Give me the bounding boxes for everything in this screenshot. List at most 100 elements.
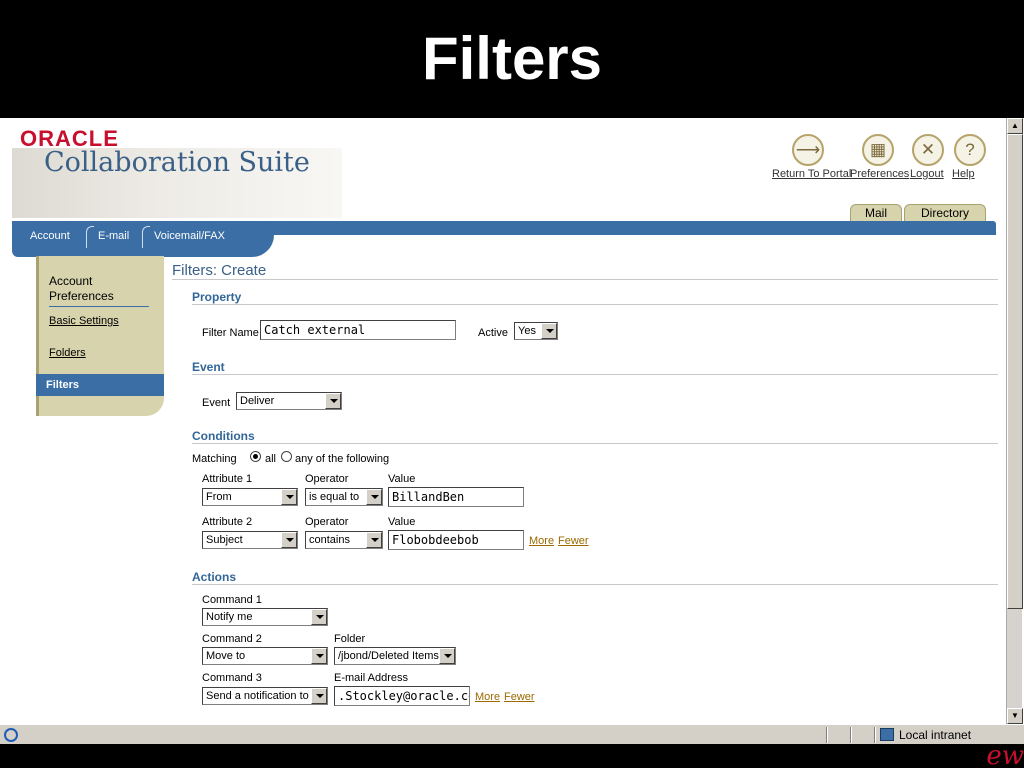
value-1-label: Value — [388, 473, 416, 485]
filter-name-input[interactable]: Catch external — [260, 320, 456, 340]
section-divider — [192, 304, 998, 305]
command-2-select-value: Move to — [206, 650, 246, 662]
side-link-folders[interactable]: Folders — [49, 347, 86, 359]
folder-label: Folder — [334, 633, 366, 645]
chevron-down-icon — [366, 532, 382, 548]
corner-brand-mark: ew — [986, 741, 1024, 768]
preferences-icon: ▦ — [862, 134, 894, 166]
help-button[interactable]: ? Help — [952, 134, 988, 180]
slide-title: Filters — [421, 25, 603, 92]
chevron-down-icon — [366, 489, 382, 505]
vertical-scrollbar[interactable]: ▲ ▼ — [1006, 118, 1023, 724]
value-2-label: Value — [388, 516, 416, 528]
return-to-portal-button[interactable]: ⟶ Return To Portal — [772, 134, 851, 180]
chevron-down-icon — [541, 323, 557, 339]
browser-window: ORACLE Collaboration Suite ⟶ Return To P… — [0, 118, 1024, 744]
conditions-more-link[interactable]: More — [529, 535, 554, 547]
command-3-select-value: Send a notification to — [206, 690, 309, 702]
matching-any-radio[interactable] — [281, 451, 292, 462]
tab-mail[interactable]: Mail — [850, 204, 902, 222]
scrollbar-thumb[interactable] — [1007, 134, 1023, 609]
active-label: Active — [478, 327, 508, 339]
status-divider — [874, 727, 876, 743]
chevron-down-icon — [281, 489, 297, 505]
subnav-account[interactable]: Account — [30, 230, 70, 242]
command-1-label: Command 1 — [202, 594, 262, 606]
matching-all-radio[interactable] — [250, 451, 261, 462]
side-link-filters-active[interactable]: Filters — [36, 374, 164, 396]
operator-1-select[interactable]: is equal to — [305, 488, 383, 506]
return-portal-icon: ⟶ — [792, 134, 824, 166]
chevron-down-icon — [311, 688, 327, 704]
subnav-voicemail[interactable]: Voicemail/FAX — [154, 230, 225, 242]
operator-2-select-value: contains — [309, 534, 350, 546]
subnav-divider — [142, 226, 150, 248]
event-label: Event — [202, 397, 231, 409]
attribute-2-select[interactable]: Subject — [202, 531, 298, 549]
matching-any-label: any of the following — [295, 453, 390, 465]
section-actions-heading: Actions — [192, 570, 237, 584]
logout-icon: ✕ — [912, 134, 944, 166]
side-link-basic-settings[interactable]: Basic Settings — [49, 315, 119, 327]
page-title: Filters: Create — [172, 262, 267, 279]
folder-select[interactable]: /jbond/Deleted Items — [334, 647, 456, 665]
attribute-1-label: Attribute 1 — [202, 473, 253, 485]
operator-1-label: Operator — [305, 473, 349, 485]
attribute-2-select-value: Subject — [206, 534, 243, 546]
title-divider — [172, 279, 998, 280]
value-1-input[interactable]: BillandBen — [388, 487, 524, 507]
section-event-heading: Event — [192, 360, 225, 374]
event-select[interactable]: Deliver — [236, 392, 342, 410]
attribute-2-label: Attribute 2 — [202, 516, 253, 528]
event-select-value: Deliver — [240, 395, 275, 407]
status-divider — [850, 727, 852, 743]
actions-fewer-link[interactable]: Fewer — [504, 691, 535, 703]
email-address-input[interactable]: .Stockley@oracle.com — [334, 686, 470, 706]
conditions-fewer-link[interactable]: Fewer — [558, 535, 589, 547]
intranet-zone-icon — [880, 728, 894, 741]
active-select-value: Yes — [518, 325, 536, 337]
logout-button[interactable]: ✕ Logout — [910, 134, 946, 180]
command-1-select-value: Notify me — [206, 611, 253, 623]
command-1-select[interactable]: Notify me — [202, 608, 328, 626]
command-3-select[interactable]: Send a notification to — [202, 687, 328, 705]
section-divider — [192, 443, 998, 444]
email-address-label: E-mail Address — [334, 672, 408, 684]
side-nav-heading: Account Preferences — [49, 274, 149, 307]
suite-title: Collaboration Suite — [44, 147, 310, 178]
operator-1-select-value: is equal to — [309, 491, 360, 503]
help-icon: ? — [954, 134, 986, 166]
attribute-1-select[interactable]: From — [202, 488, 298, 506]
command-2-select[interactable]: Move to — [202, 647, 328, 665]
filter-name-label: Filter Name — [202, 327, 259, 339]
attribute-1-select-value: From — [206, 491, 232, 503]
section-conditions-heading: Conditions — [192, 429, 255, 443]
operator-2-select[interactable]: contains — [305, 531, 383, 549]
subnav-divider — [86, 226, 94, 248]
page-loaded-icon — [4, 728, 18, 742]
matching-all-label: all — [265, 453, 277, 465]
chevron-down-icon — [311, 648, 327, 664]
chevron-down-icon — [281, 532, 297, 548]
preferences-button[interactable]: ▦ Preferences — [850, 134, 909, 180]
tab-directory[interactable]: Directory — [904, 204, 986, 222]
status-bar: Local intranet — [0, 724, 1024, 744]
help-label: Help — [952, 168, 975, 180]
actions-more-link[interactable]: More — [475, 691, 500, 703]
section-divider — [192, 374, 998, 375]
scroll-up-icon[interactable]: ▲ — [1007, 118, 1023, 134]
section-property-heading: Property — [192, 290, 242, 304]
command-3-label: Command 3 — [202, 672, 262, 684]
subnav-email[interactable]: E-mail — [98, 230, 129, 242]
return-to-portal-label: Return To Portal — [772, 168, 852, 180]
value-2-input[interactable]: Flobobdeebob — [388, 530, 524, 550]
scroll-down-icon[interactable]: ▼ — [1007, 708, 1023, 724]
section-divider — [192, 584, 998, 585]
page-content: ORACLE Collaboration Suite ⟶ Return To P… — [2, 118, 1006, 724]
matching-label: Matching — [192, 453, 237, 465]
security-zone-label: Local intranet — [899, 728, 972, 742]
preferences-label: Preferences — [850, 168, 910, 180]
active-select[interactable]: Yes — [514, 322, 558, 340]
operator-2-label: Operator — [305, 516, 349, 528]
command-2-label: Command 2 — [202, 633, 262, 645]
